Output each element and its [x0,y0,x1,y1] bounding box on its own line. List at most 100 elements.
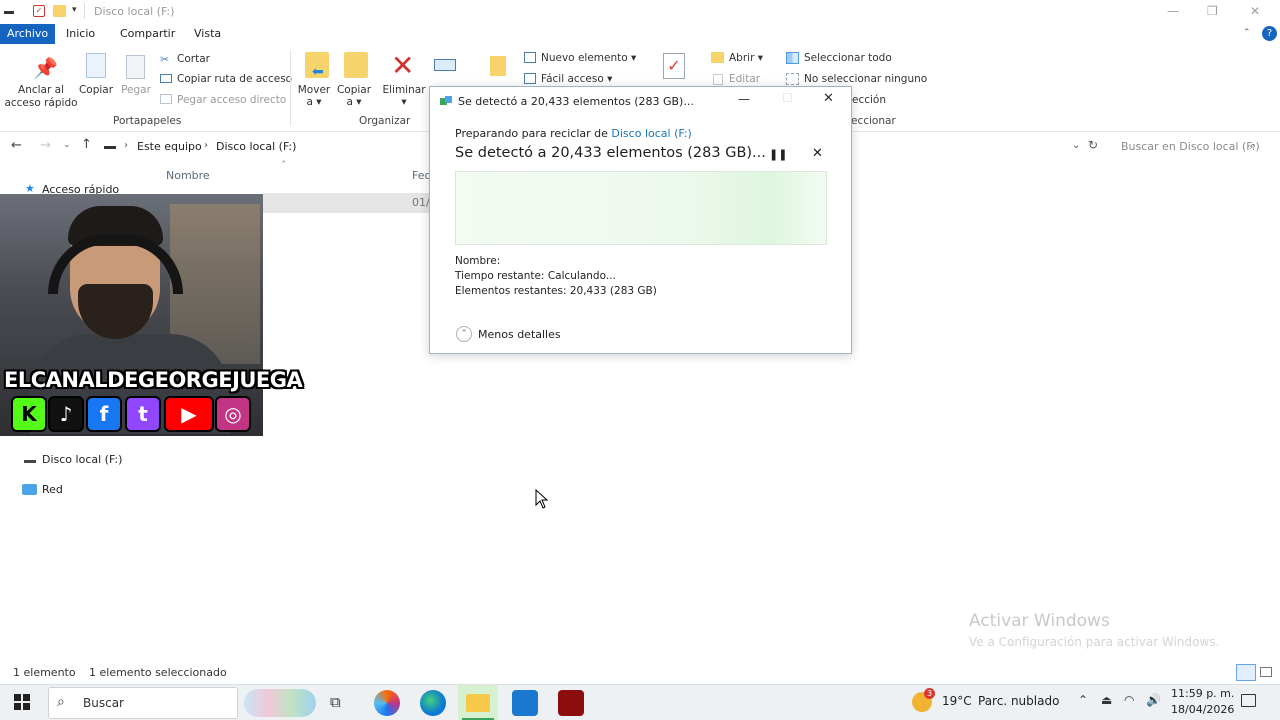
address-dropdown-icon[interactable]: ⌄ [1072,140,1080,151]
select-all-button[interactable]: Seleccionar todo [804,52,892,64]
clipboard-group-label: Portapapeles [113,115,182,127]
game-app-icon[interactable] [558,690,584,716]
divider [84,3,85,19]
refresh-icon[interactable]: ↻ [1088,138,1098,152]
copy-path-button[interactable]: Copiar ruta de acceso [177,73,292,85]
up-arrow-icon[interactable]: ↑ [81,137,92,152]
recycle-progress-icon [440,96,452,106]
preparing-text: Preparando para reciclar de Disco local … [455,127,692,140]
forward-arrow-icon[interactable]: → [40,138,51,153]
paste-shortcut-button[interactable]: Pegar acceso directo [177,94,286,106]
search-highlight-image[interactable] [244,689,316,717]
drive-icon [4,6,14,14]
rename-icon[interactable] [434,59,456,71]
open-button[interactable]: Abrir ▾ [729,52,763,64]
weather-description[interactable]: Parc. nublado [978,694,1059,708]
chevron-up-icon[interactable]: ⌃ [456,326,472,342]
volume-icon[interactable]: 🔊 [1146,693,1161,707]
delete-button[interactable]: Eliminar ▾ [382,84,426,108]
restore-button[interactable]: ❐ [1207,4,1218,18]
search-box[interactable]: Buscar en Disco local (F:) [1121,140,1260,153]
easy-access-button[interactable]: Fácil acceso ▾ [541,73,612,85]
ribbon-expand-icon[interactable]: ⌃ [1243,28,1251,38]
back-arrow-icon[interactable]: ← [11,138,22,153]
new-item-button[interactable]: Nuevo elemento ▾ [541,52,636,64]
move-to-sub: a ▾ [306,96,322,108]
properties-check-icon[interactable]: ✓ [663,53,685,79]
taskbar-search-box[interactable]: ⌕ Buscar [48,687,238,719]
minimize-button[interactable]: — [1167,4,1179,18]
clock-date[interactable]: 18/04/2026 [1171,703,1234,716]
time-remaining-label: Tiempo restante: [455,270,545,282]
tab-vista[interactable]: Vista [194,24,221,44]
edge-icon[interactable] [420,690,446,716]
tab-inicio[interactable]: Inicio [66,24,95,44]
recent-locations-icon[interactable]: ⌄ [63,140,71,150]
drive-nav-icon [24,456,36,463]
kick-icon: K [11,396,47,432]
new-folder-icon[interactable] [53,5,66,17]
progress-headline: Se detectó a 20,433 elementos (283 GB)..… [455,145,766,161]
nav-network[interactable]: Red [42,483,63,496]
help-icon[interactable]: ? [1262,26,1277,41]
pin-button[interactable]: Anclar al acceso rápido [2,84,80,110]
breadcrumb-este-equipo[interactable]: Este equipo [137,140,202,153]
copy-button[interactable]: Copiar [78,84,114,96]
name-row: Nombre: [455,255,500,267]
organize-group-label: Organizar [359,115,411,127]
properties-icon[interactable]: ✓ [33,5,45,17]
tab-archivo[interactable]: Archivo [0,24,56,44]
weather-temperature[interactable]: 19°C [942,694,972,708]
move-to-label: Mover [297,84,331,96]
copy-path-icon [160,74,172,83]
status-item-count: 1 elemento [13,666,76,679]
invert-selection-button[interactable]: ección [852,94,886,106]
status-selected-count: 1 elemento seleccionado [89,666,227,679]
column-name[interactable]: Nombre [166,169,210,182]
dialog-minimize-button[interactable]: — [738,92,750,106]
headset [48,234,183,294]
task-view-icon[interactable]: ⧉ [330,693,341,711]
new-folder-large-icon[interactable] [490,56,506,76]
items-remaining-label: Elementos restantes: [455,285,567,297]
notifications-icon[interactable] [1241,694,1256,707]
windows-start-icon[interactable] [14,694,30,710]
show-hidden-icons-chevron-icon[interactable]: ⌃ [1078,693,1088,707]
pause-button[interactable]: ❚❚ [769,148,787,161]
search-icon: ⌕ [57,694,65,710]
copilot-icon[interactable] [374,690,400,716]
nav-local-disk[interactable]: Disco local (F:) [42,453,122,466]
column-date[interactable]: Fec [412,169,431,182]
move-to-button[interactable]: Mover a ▾ [296,84,332,108]
tab-compartir[interactable]: Compartir [120,24,175,44]
select-none-button[interactable]: No seleccionar ninguno [804,73,927,85]
less-details-button[interactable]: Menos detalles [478,328,561,341]
mouse-cursor-icon [535,489,549,509]
edit-button[interactable]: Editar [729,73,760,85]
wifi-icon[interactable]: ◠ [1124,693,1134,707]
file-explorer-icon[interactable] [466,694,490,712]
select-all-icon [786,52,799,64]
source-drive-link[interactable]: Disco local (F:) [611,127,691,140]
details-view-icon[interactable] [1236,664,1256,681]
pin-label-line1: Anclar al [18,84,64,96]
instagram-icon: ◎ [215,396,251,432]
taskbar: ⌕ Buscar ⧉ 3 19°C Parc. nublado ⌃ ⏏ ◠ 🔊 … [0,684,1280,720]
outlook-icon[interactable] [512,690,538,716]
delete-dropdown-icon: ▾ [401,96,407,108]
cancel-operation-button[interactable]: ✕ [812,146,823,161]
open-icon [711,52,724,63]
paste-button[interactable]: Pegar [118,84,154,96]
usb-icon[interactable]: ⏏ [1101,693,1112,707]
large-icons-view-icon[interactable] [1260,667,1272,677]
breadcrumb-disco-local[interactable]: Disco local (F:) [216,140,296,153]
channel-name: ELCANALDEGEORGEJUEGA [4,368,303,392]
activation-watermark-subtitle: Ve a Configuración para activar Windows. [969,635,1220,649]
file-row-selected[interactable] [263,193,429,213]
clock-time[interactable]: 11:59 p. m. [1171,687,1234,700]
copy-to-button[interactable]: Copiar a ▾ [336,84,372,108]
dialog-close-button[interactable]: ✕ [823,91,834,106]
quick-access-toolbar-dropdown-icon[interactable]: ▾ [72,5,77,15]
close-button[interactable]: ✕ [1250,4,1260,18]
cut-button[interactable]: Cortar [177,53,210,65]
